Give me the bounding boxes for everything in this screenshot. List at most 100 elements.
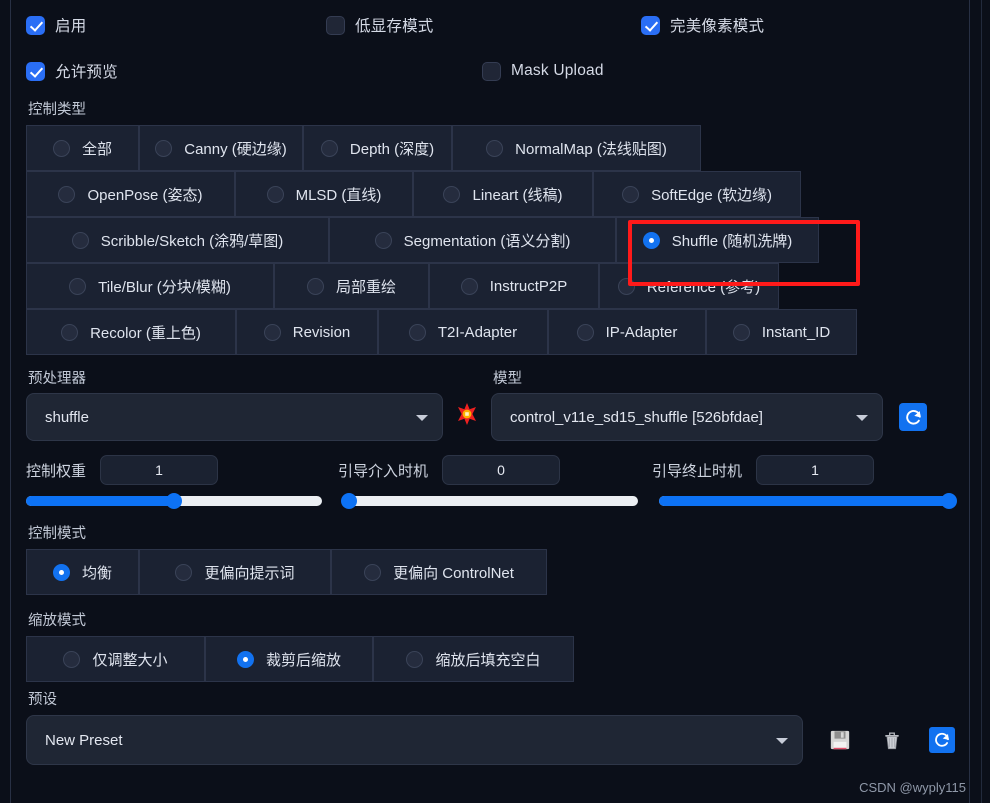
radio-dot-icon: [486, 139, 504, 157]
preset-row: New Preset: [26, 715, 955, 765]
resize-mode-crop-and-resize[interactable]: 裁剪后缩放: [205, 636, 373, 682]
preprocessor-model-area: 预处理器 shuffle 模型 control_v11e_sd15_shuffl…: [26, 367, 955, 441]
control-type-softedge[interactable]: SoftEdge (软边缘): [593, 171, 801, 217]
slider-end[interactable]: [659, 493, 958, 509]
chevron-down-icon[interactable]: [416, 415, 428, 421]
explosion-icon[interactable]: [456, 403, 478, 429]
control-mode-group: 均衡 更偏向提示词 更偏向 ControlNet: [26, 549, 955, 595]
control-mode-prompt[interactable]: 更偏向提示词: [139, 549, 331, 595]
control-type-normalmap[interactable]: NormalMap (法线贴图): [452, 125, 701, 171]
radio-dot-icon: [306, 277, 324, 295]
resize-mode-just-resize[interactable]: 仅调整大小: [26, 636, 205, 682]
control-mode-label: 更偏向 ControlNet: [393, 564, 514, 582]
preprocessor-column: 预处理器 shuffle: [26, 367, 443, 441]
control-mode-controlnet[interactable]: 更偏向 ControlNet: [331, 549, 547, 595]
resize-mode-label: 仅调整大小: [92, 651, 168, 669]
checkbox-low-vram-box[interactable]: [326, 15, 345, 35]
radio-dot-icon: [443, 185, 461, 203]
preset-value: New Preset: [45, 731, 123, 749]
control-type-segmentation[interactable]: Segmentation (语义分割): [329, 217, 616, 263]
control-type-reference[interactable]: Reference (参考): [599, 263, 779, 309]
slider-end-fill: [659, 496, 956, 506]
chevron-down-icon[interactable]: [776, 738, 788, 744]
model-dropdown[interactable]: control_v11e_sd15_shuffle [526bfdae]: [491, 393, 883, 441]
model-refresh-button[interactable]: [899, 403, 927, 431]
slider-start-value[interactable]: 0: [442, 455, 561, 485]
preset-refresh-button[interactable]: [929, 727, 955, 753]
checkbox-mask-upload-box[interactable]: [482, 61, 501, 81]
control-type-section-label: 控制类型: [28, 102, 86, 118]
radio-dot-icon: [408, 323, 426, 341]
resize-mode-label: 缩放后填充空白: [435, 651, 541, 669]
radio-dot-icon: [155, 139, 173, 157]
checkbox-allow-preview[interactable]: 允许预览: [26, 60, 482, 82]
radio-dot-icon: [58, 185, 76, 203]
control-type-depth[interactable]: Depth (深度): [303, 125, 452, 171]
radio-dot-icon: [460, 277, 478, 295]
control-type-mlsd[interactable]: MLSD (直线): [235, 171, 413, 217]
radio-dot-icon: [63, 650, 81, 668]
control-type-all[interactable]: 全部: [26, 125, 139, 171]
radio-dot-icon: [406, 650, 424, 668]
control-type-label: InstructP2P: [489, 277, 568, 295]
checkbox-allow-preview-label: 允许预览: [55, 64, 118, 81]
control-type-instructp2p[interactable]: InstructP2P: [429, 263, 599, 309]
slider-weight-thumb[interactable]: [165, 493, 182, 509]
slider-weight[interactable]: [26, 493, 322, 509]
slider-end-thumb[interactable]: [941, 493, 958, 509]
checkbox-enable[interactable]: 启用: [26, 14, 326, 36]
radio-dot-icon: [642, 231, 660, 249]
checkbox-enable-box[interactable]: [26, 15, 45, 35]
chevron-down-icon[interactable]: [856, 415, 868, 421]
radio-dot-icon: [364, 563, 382, 581]
control-type-label: SoftEdge (软边缘): [651, 186, 772, 204]
model-value: control_v11e_sd15_shuffle [526bfdae]: [510, 408, 763, 426]
checkbox-pixel-perfect[interactable]: 完美像素模式: [641, 14, 764, 36]
slider-start-thumb[interactable]: [340, 493, 357, 509]
radio-dot-icon: [617, 277, 635, 295]
resize-mode-section-label: 缩放模式: [28, 613, 86, 629]
control-type-label: Scribble/Sketch (涂鸦/草图): [100, 232, 284, 250]
control-type-canny[interactable]: Canny (硬边缘): [139, 125, 303, 171]
preset-save-button[interactable]: [825, 725, 855, 755]
refresh-icon: [935, 732, 949, 747]
radio-dot-icon: [576, 323, 594, 341]
checkbox-allow-preview-box[interactable]: [26, 61, 45, 81]
panel-right-border: [969, 0, 970, 803]
control-type-inpaint[interactable]: 局部重绘: [274, 263, 429, 309]
slider-start[interactable]: [340, 493, 639, 509]
model-column: 模型 control_v11e_sd15_shuffle [526bfdae]: [491, 367, 883, 441]
radio-dot-icon: [732, 323, 750, 341]
preset-delete-button[interactable]: [877, 725, 907, 755]
preset-dropdown[interactable]: New Preset: [26, 715, 803, 765]
control-type-openpose[interactable]: OpenPose (姿态): [26, 171, 235, 217]
control-type-recolor[interactable]: Recolor (重上色): [26, 309, 236, 355]
radio-dot-icon: [320, 139, 338, 157]
control-type-lineart[interactable]: Lineart (线稿): [413, 171, 593, 217]
checkbox-pixel-perfect-box[interactable]: [641, 15, 660, 35]
radio-dot-icon: [61, 323, 79, 341]
resize-mode-resize-and-fill[interactable]: 缩放后填充空白: [373, 636, 574, 682]
control-type-label: Segmentation (语义分割): [403, 232, 571, 250]
watermark: CSDN @wyply115: [859, 780, 966, 795]
checkbox-low-vram[interactable]: 低显存模式: [326, 14, 641, 36]
control-type-shuffle[interactable]: Shuffle (随机洗牌): [616, 217, 819, 263]
control-type-ip-adapter[interactable]: IP-Adapter: [548, 309, 706, 355]
checkbox-row-secondary: 允许预览 Mask Upload: [26, 54, 955, 88]
preprocessor-dropdown[interactable]: shuffle: [26, 393, 443, 441]
control-type-t2i-adapter[interactable]: T2I-Adapter: [378, 309, 548, 355]
control-type-label: T2I-Adapter: [437, 323, 518, 341]
refresh-icon: [905, 409, 921, 425]
control-type-instant-id[interactable]: Instant_ID: [706, 309, 857, 355]
control-type-tile-blur[interactable]: Tile/Blur (分块/模糊): [26, 263, 274, 309]
control-type-label: Lineart (线稿): [472, 186, 563, 204]
control-type-scribble-sketch[interactable]: Scribble/Sketch (涂鸦/草图): [26, 217, 329, 263]
control-mode-balanced[interactable]: 均衡: [26, 549, 139, 595]
control-type-revision[interactable]: Revision: [236, 309, 378, 355]
checkbox-mask-upload[interactable]: Mask Upload: [482, 61, 604, 81]
slider-weight-value[interactable]: 1: [100, 455, 219, 485]
slider-end-value[interactable]: 1: [756, 455, 875, 485]
radio-dot-icon: [175, 563, 193, 581]
control-type-label: Reference (参考): [646, 278, 761, 296]
checkbox-mask-upload-label: Mask Upload: [511, 62, 604, 79]
